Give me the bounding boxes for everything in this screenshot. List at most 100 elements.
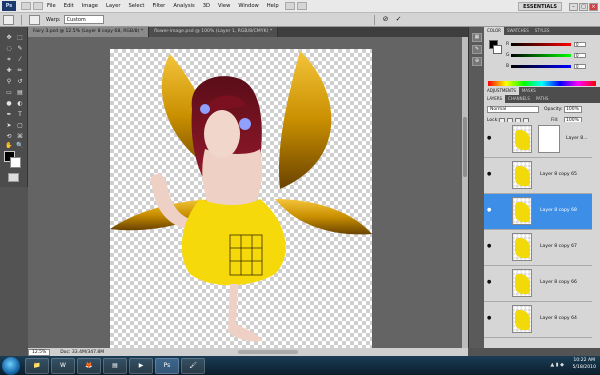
menu-edit[interactable]: Edit — [60, 3, 78, 9]
quick-select-tool-icon[interactable]: ✎ — [15, 44, 25, 53]
taskbar-winamp[interactable]: W — [51, 357, 75, 374]
tab-flower-document[interactable]: flower-image.psd @ 100% (Layer 1, RGB/8/… — [149, 27, 279, 37]
marquee-tool-icon[interactable]: ⬚ — [15, 33, 25, 42]
path-select-icon[interactable]: ➤ — [4, 121, 14, 130]
mini-bridge-button[interactable] — [33, 2, 43, 10]
taskbar-photoshop[interactable]: Ps — [155, 357, 179, 374]
layer-row[interactable]: ● Layer 8 copy 65 — [484, 158, 592, 194]
document-canvas[interactable] — [110, 49, 372, 348]
hand-tool-icon[interactable]: ✋ — [4, 141, 14, 150]
lasso-tool-icon[interactable]: ◌ — [4, 44, 14, 53]
layer-row[interactable]: ● Layer 8 copy 66 — [484, 266, 592, 302]
menu-select[interactable]: Select — [124, 3, 148, 9]
tab-paths[interactable]: PATHS — [533, 95, 552, 103]
hand-tool-button[interactable] — [296, 2, 307, 10]
minimize-button[interactable]: – — [569, 2, 578, 11]
tray-icons[interactable]: ▲ ▮ ◆ — [550, 362, 564, 368]
doc-size-info[interactable]: Doc: 33.4M/347.8M — [60, 350, 104, 355]
eyedropper-tool-icon[interactable]: ⁄ — [15, 55, 25, 64]
tab-color[interactable]: COLOR — [484, 27, 504, 35]
panel-background-swatch[interactable] — [493, 45, 502, 54]
warp-toggle-icon[interactable] — [29, 14, 40, 25]
blend-mode-dropdown[interactable]: Normal — [487, 106, 539, 113]
color-slider-g[interactable]: G 0 — [506, 52, 596, 58]
slider-track-b[interactable] — [511, 64, 571, 68]
taskbar-paint[interactable]: 🖌 — [181, 357, 205, 374]
3d-camera-icon[interactable]: ⌘ — [15, 132, 25, 141]
visibility-eye-icon[interactable]: ● — [487, 136, 492, 141]
gradient-tool-icon[interactable]: ▤ — [15, 88, 25, 97]
layer-row[interactable]: ● Layer 8 copy 67 — [484, 230, 592, 266]
layer-row-selected[interactable]: ● Layer 8 copy 68 — [484, 194, 592, 230]
cancel-transform-icon[interactable]: ⊘ — [381, 15, 390, 24]
move-tool-icon[interactable]: ✥ — [4, 33, 14, 42]
eraser-tool-icon[interactable]: ▭ — [4, 88, 14, 97]
menu-layer[interactable]: Layer — [102, 3, 124, 9]
visibility-eye-icon[interactable]: ● — [487, 172, 492, 177]
quick-mask-icon[interactable] — [8, 173, 19, 182]
tab-swatches[interactable]: SWATCHES — [504, 27, 532, 35]
brush-panel-icon[interactable]: ✎ — [472, 45, 482, 54]
blur-tool-icon[interactable]: ● — [4, 99, 14, 108]
zoom-level-button[interactable] — [284, 2, 295, 10]
value-g[interactable]: 0 — [574, 52, 586, 58]
healing-brush-icon[interactable]: ✚ — [4, 66, 14, 75]
workspace-switcher[interactable]: ESSENTIALS — [518, 2, 562, 11]
zoom-tool-icon[interactable]: 🔍 — [15, 141, 25, 150]
visibility-eye-icon[interactable]: ● — [487, 244, 492, 249]
3d-rotate-icon[interactable]: ⟲ — [4, 132, 14, 141]
commit-transform-icon[interactable]: ✓ — [394, 15, 403, 24]
menu-file[interactable]: File — [43, 3, 60, 9]
tab-masks[interactable]: MASKS — [519, 87, 539, 95]
history-brush-icon[interactable]: ↺ — [15, 77, 25, 86]
tab-layers[interactable]: LAYERS — [484, 95, 506, 103]
tab-fairy-document[interactable]: Fairy 3.psd @ 12.5% (Layer 8 copy 68, RG… — [28, 27, 150, 37]
type-tool-icon[interactable]: T — [15, 110, 25, 119]
start-button[interactable] — [2, 356, 20, 375]
system-clock[interactable]: 10:22 AM 5/18/2010 — [572, 357, 596, 371]
opacity-field[interactable]: 100% — [564, 106, 582, 113]
color-slider-b[interactable]: B 0 — [506, 63, 596, 69]
tab-styles[interactable]: STYLES — [532, 27, 553, 35]
tool-preset-picker[interactable] — [3, 14, 14, 25]
layer-row[interactable]: ● Layer 8 copy 64 — [484, 302, 592, 338]
layer-mask-thumbnail[interactable] — [538, 125, 560, 153]
horizontal-scrollbar[interactable] — [238, 350, 298, 354]
crop-tool-icon[interactable]: ⌗ — [4, 55, 14, 64]
background-color-swatch[interactable] — [10, 157, 21, 168]
slider-track-g[interactable] — [511, 53, 571, 57]
visibility-eye-icon[interactable]: ● — [487, 208, 492, 213]
taskbar-folder[interactable]: ▤ — [103, 357, 127, 374]
menu-image[interactable]: Image — [78, 3, 102, 9]
history-panel-icon[interactable]: ▦ — [472, 33, 482, 42]
dodge-tool-icon[interactable]: ◐ — [15, 99, 25, 108]
menu-3d[interactable]: 3D — [199, 3, 214, 9]
shape-tool-icon[interactable]: ▢ — [15, 121, 25, 130]
tab-adjustments[interactable]: ADJUSTMENTS — [484, 87, 519, 95]
color-slider-r[interactable]: R 0 — [506, 41, 596, 47]
tab-channels[interactable]: CHANNELS — [505, 95, 533, 103]
close-button[interactable]: × — [589, 2, 598, 11]
menu-window[interactable]: Window — [234, 3, 262, 9]
slider-track-r[interactable] — [511, 42, 571, 46]
vertical-scroll-thumb[interactable] — [463, 117, 467, 177]
menu-view[interactable]: View — [214, 3, 234, 9]
taskbar-explorer[interactable]: 📁 — [25, 357, 49, 374]
warp-dropdown[interactable]: Custom — [63, 15, 104, 24]
zoom-field[interactable]: 12.5% — [28, 348, 51, 356]
visibility-eye-icon[interactable]: ● — [487, 316, 492, 321]
bridge-button[interactable] — [21, 2, 31, 10]
layer-row[interactable]: ● Layer 8... — [484, 122, 592, 158]
pen-tool-icon[interactable]: ✒ — [4, 110, 14, 119]
menu-help[interactable]: Help — [263, 3, 283, 9]
value-b[interactable]: 0 — [574, 63, 586, 69]
value-r[interactable]: 0 — [574, 41, 586, 47]
taskbar-firefox[interactable]: 🦊 — [77, 357, 101, 374]
visibility-eye-icon[interactable]: ● — [487, 280, 492, 285]
canvas-area[interactable] — [28, 37, 468, 348]
taskbar-media-player[interactable]: ▶ — [129, 357, 153, 374]
brush-tool-icon[interactable]: ✏ — [15, 66, 25, 75]
menu-analysis[interactable]: Analysis — [169, 3, 198, 9]
clone-source-icon[interactable]: ⊕ — [472, 57, 482, 66]
maximize-button[interactable]: □ — [579, 2, 588, 11]
